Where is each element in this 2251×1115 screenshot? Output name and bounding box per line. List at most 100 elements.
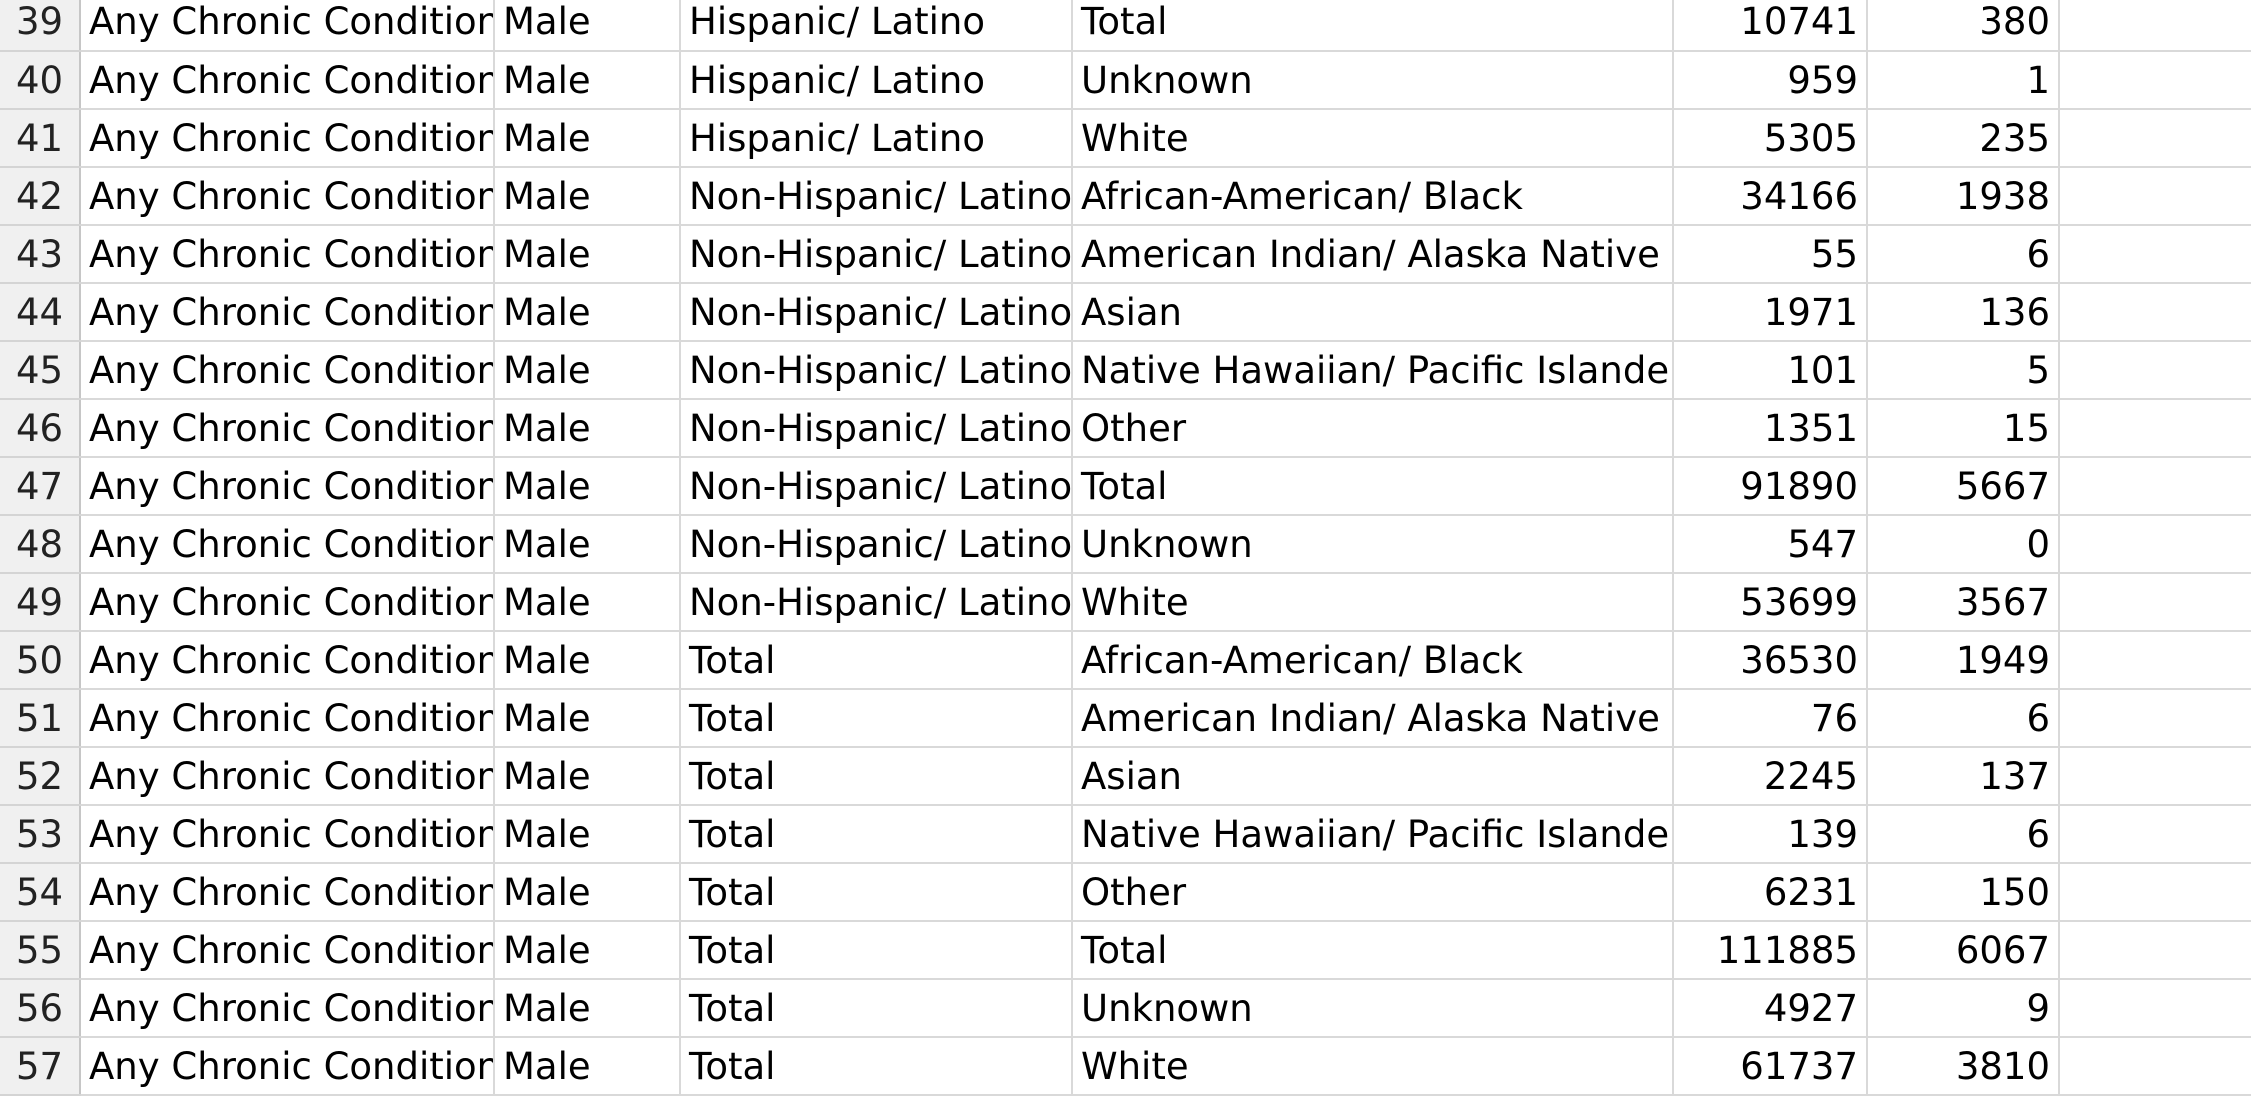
cell-sex[interactable]: Male xyxy=(494,515,681,574)
cell-condition[interactable]: Any Chronic Condition xyxy=(80,979,495,1038)
cell-race[interactable]: Unknown xyxy=(1072,51,1674,110)
cell-sex[interactable]: Male xyxy=(494,225,681,284)
row-header[interactable]: 43 xyxy=(0,225,81,284)
cell-condition[interactable]: Any Chronic Condition xyxy=(80,283,495,342)
cell-empty[interactable] xyxy=(2059,399,2251,458)
cell-count[interactable]: 959 xyxy=(1673,51,1868,110)
cell-empty[interactable] xyxy=(2059,805,2251,864)
cell-value[interactable]: 3810 xyxy=(1867,1037,2060,1096)
cell-ethnicity[interactable]: Non-Hispanic/ Latino xyxy=(680,399,1073,458)
cell-race[interactable]: Other xyxy=(1072,863,1674,922)
cell-empty[interactable] xyxy=(2059,283,2251,342)
row-header[interactable]: 47 xyxy=(0,457,81,516)
cell-value[interactable]: 136 xyxy=(1867,283,2060,342)
cell-empty[interactable] xyxy=(2059,0,2251,52)
cell-race[interactable]: African-American/ Black xyxy=(1072,167,1674,226)
cell-ethnicity[interactable]: Non-Hispanic/ Latino xyxy=(680,457,1073,516)
cell-value[interactable]: 1949 xyxy=(1867,631,2060,690)
cell-race[interactable]: White xyxy=(1072,109,1674,168)
cell-condition[interactable]: Any Chronic Condition xyxy=(80,341,495,400)
cell-empty[interactable] xyxy=(2059,631,2251,690)
cell-count[interactable]: 61737 xyxy=(1673,1037,1868,1096)
cell-empty[interactable] xyxy=(2059,51,2251,110)
cell-empty[interactable] xyxy=(2059,573,2251,632)
cell-race[interactable]: White xyxy=(1072,573,1674,632)
cell-condition[interactable]: Any Chronic Condition xyxy=(80,747,495,806)
cell-condition[interactable]: Any Chronic Condition xyxy=(80,0,495,52)
cell-value[interactable]: 137 xyxy=(1867,747,2060,806)
cell-condition[interactable]: Any Chronic Condition xyxy=(80,1037,495,1096)
cell-empty[interactable] xyxy=(2059,863,2251,922)
cell-value[interactable]: 5 xyxy=(1867,341,2060,400)
cell-race[interactable]: African-American/ Black xyxy=(1072,631,1674,690)
cell-ethnicity[interactable]: Total xyxy=(680,631,1073,690)
cell-sex[interactable]: Male xyxy=(494,1037,681,1096)
row-header[interactable]: 45 xyxy=(0,341,81,400)
cell-sex[interactable]: Male xyxy=(494,399,681,458)
cell-count[interactable]: 91890 xyxy=(1673,457,1868,516)
cell-ethnicity[interactable]: Non-Hispanic/ Latino xyxy=(680,573,1073,632)
cell-empty[interactable] xyxy=(2059,109,2251,168)
cell-ethnicity[interactable]: Non-Hispanic/ Latino xyxy=(680,167,1073,226)
cell-sex[interactable]: Male xyxy=(494,805,681,864)
cell-empty[interactable] xyxy=(2059,689,2251,748)
cell-condition[interactable]: Any Chronic Condition xyxy=(80,225,495,284)
cell-ethnicity[interactable]: Total xyxy=(680,747,1073,806)
cell-empty[interactable] xyxy=(2059,515,2251,574)
cell-ethnicity[interactable]: Non-Hispanic/ Latino xyxy=(680,515,1073,574)
cell-count[interactable]: 101 xyxy=(1673,341,1868,400)
cell-race[interactable]: Asian xyxy=(1072,283,1674,342)
row-header[interactable]: 41 xyxy=(0,109,81,168)
cell-ethnicity[interactable]: Total xyxy=(680,1037,1073,1096)
cell-ethnicity[interactable]: Non-Hispanic/ Latino xyxy=(680,341,1073,400)
cell-sex[interactable]: Male xyxy=(494,457,681,516)
cell-count[interactable]: 139 xyxy=(1673,805,1868,864)
cell-count[interactable]: 5305 xyxy=(1673,109,1868,168)
cell-ethnicity[interactable]: Total xyxy=(680,979,1073,1038)
cell-value[interactable]: 6 xyxy=(1867,689,2060,748)
cell-empty[interactable] xyxy=(2059,747,2251,806)
cell-condition[interactable]: Any Chronic Condition xyxy=(80,863,495,922)
cell-sex[interactable]: Male xyxy=(494,341,681,400)
cell-value[interactable]: 380 xyxy=(1867,0,2060,52)
row-header[interactable]: 46 xyxy=(0,399,81,458)
row-header[interactable]: 50 xyxy=(0,631,81,690)
cell-count[interactable]: 53699 xyxy=(1673,573,1868,632)
cell-sex[interactable]: Male xyxy=(494,631,681,690)
cell-count[interactable]: 1971 xyxy=(1673,283,1868,342)
row-header[interactable]: 51 xyxy=(0,689,81,748)
cell-empty[interactable] xyxy=(2059,457,2251,516)
cell-sex[interactable]: Male xyxy=(494,573,681,632)
cell-race[interactable]: Asian xyxy=(1072,747,1674,806)
cell-value[interactable]: 15 xyxy=(1867,399,2060,458)
cell-sex[interactable]: Male xyxy=(494,689,681,748)
cell-condition[interactable]: Any Chronic Condition xyxy=(80,457,495,516)
cell-race[interactable]: Unknown xyxy=(1072,515,1674,574)
cell-condition[interactable]: Any Chronic Condition xyxy=(80,573,495,632)
cell-race[interactable]: American Indian/ Alaska Native xyxy=(1072,689,1674,748)
cell-empty[interactable] xyxy=(2059,167,2251,226)
row-header[interactable]: 56 xyxy=(0,979,81,1038)
cell-count[interactable]: 34166 xyxy=(1673,167,1868,226)
row-header[interactable]: 55 xyxy=(0,921,81,980)
cell-race[interactable]: Total xyxy=(1072,921,1674,980)
cell-count[interactable]: 111885 xyxy=(1673,921,1868,980)
cell-count[interactable]: 547 xyxy=(1673,515,1868,574)
row-header[interactable]: 52 xyxy=(0,747,81,806)
cell-ethnicity[interactable]: Total xyxy=(680,805,1073,864)
cell-sex[interactable]: Male xyxy=(494,51,681,110)
cell-ethnicity[interactable]: Total xyxy=(680,921,1073,980)
row-header[interactable]: 49 xyxy=(0,573,81,632)
cell-count[interactable]: 4927 xyxy=(1673,979,1868,1038)
cell-sex[interactable]: Male xyxy=(494,167,681,226)
row-header[interactable]: 42 xyxy=(0,167,81,226)
cell-value[interactable]: 6067 xyxy=(1867,921,2060,980)
cell-count[interactable]: 55 xyxy=(1673,225,1868,284)
cell-value[interactable]: 0 xyxy=(1867,515,2060,574)
cell-condition[interactable]: Any Chronic Condition xyxy=(80,109,495,168)
cell-race[interactable]: White xyxy=(1072,1037,1674,1096)
cell-empty[interactable] xyxy=(2059,225,2251,284)
row-header[interactable]: 44 xyxy=(0,283,81,342)
cell-value[interactable]: 9 xyxy=(1867,979,2060,1038)
cell-condition[interactable]: Any Chronic Condition xyxy=(80,51,495,110)
